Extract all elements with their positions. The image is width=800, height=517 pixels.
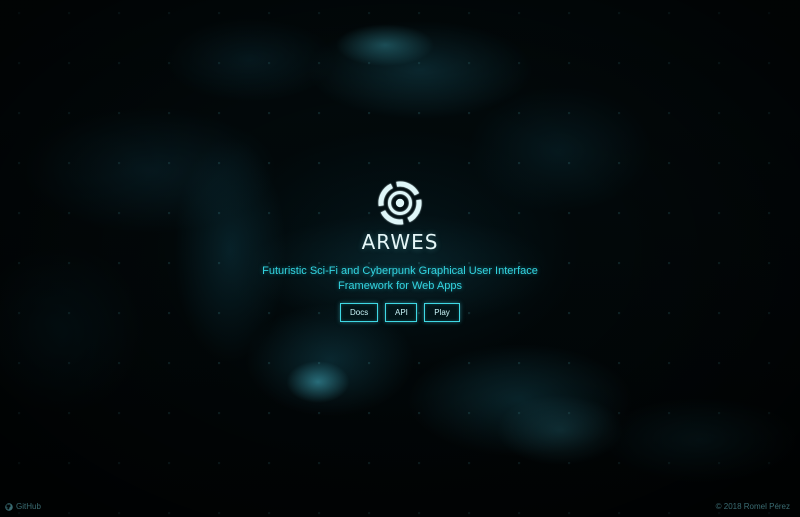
api-button[interactable]: API: [385, 303, 417, 322]
copyright: © 2018 Romel Pérez: [715, 502, 790, 511]
github-icon: [5, 502, 13, 511]
play-button[interactable]: Play: [424, 303, 460, 322]
hero: ARWES Futuristic Sci-Fi and Cyberpunk Gr…: [0, 180, 800, 322]
tagline: Futuristic Sci-Fi and Cyberpunk Graphica…: [262, 265, 538, 292]
nav-buttons: Docs API Play: [340, 303, 460, 322]
page: ARWES Futuristic Sci-Fi and Cyberpunk Gr…: [0, 0, 800, 517]
app-title: ARWES: [361, 230, 439, 254]
github-label: GitHub: [16, 502, 41, 511]
github-link[interactable]: GitHub: [5, 502, 41, 511]
arwes-logo-icon: [378, 181, 422, 225]
docs-button[interactable]: Docs: [340, 303, 378, 322]
